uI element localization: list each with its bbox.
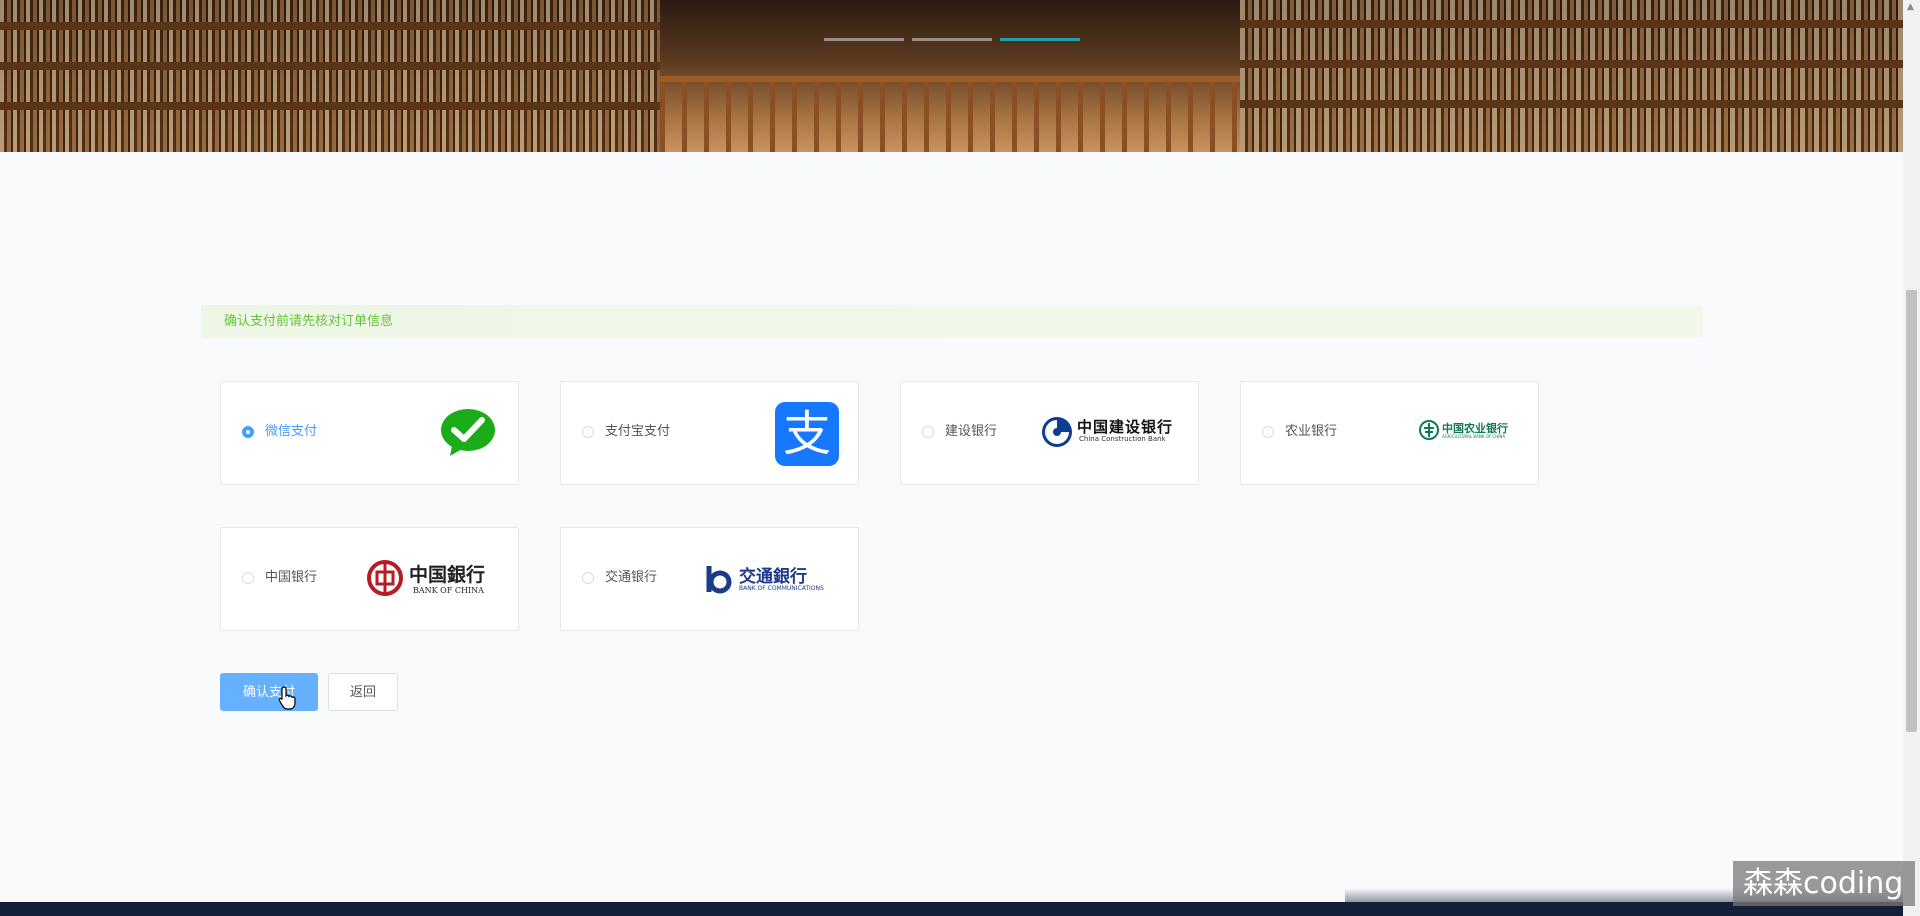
boc-logo-en: BANK OF CHINA (413, 586, 484, 595)
boc-logo: 中国銀行 BANK OF CHINA (367, 560, 507, 600)
abc-logo: 中国农业银行 AGRICULTURAL BANK OF CHINA (1419, 420, 1529, 446)
ccb-logo: 中国建设银行 China Construction Bank (1041, 416, 1186, 452)
payment-label: 建设银行 (945, 424, 998, 439)
alipay-icon: 支 (775, 402, 839, 466)
carousel-dot-3[interactable] (1000, 38, 1080, 41)
bookshelf-left-image (0, 0, 660, 152)
bocom-logo-en: BANK OF COMMUNICATIONS (739, 585, 824, 592)
wechat-pay-icon (441, 409, 495, 456)
hand-cursor-icon (278, 686, 296, 710)
boc-emblem-icon (367, 560, 403, 596)
abc-emblem-icon (1419, 420, 1439, 440)
bocom-logo: 交通銀行 BANK OF COMMUNICATIONS (703, 562, 853, 598)
payment-label: 中国银行 (265, 570, 318, 585)
payment-label: 微信支付 (265, 424, 318, 439)
scroll-up-arrow-icon[interactable]: ▲ (1907, 2, 1914, 12)
vertical-scrollbar[interactable]: ▲ (1903, 0, 1920, 916)
carousel-dot-2[interactable] (912, 38, 992, 41)
bocom-emblem-icon (706, 566, 732, 594)
payment-label: 支付宝支付 (605, 424, 671, 439)
payment-option-bocom[interactable]: 交通银行 交通銀行 BANK OF COMMUNICATIONS (560, 527, 859, 631)
library-hall-image (660, 0, 1240, 152)
confirm-payment-button[interactable]: 确认支付 (220, 673, 318, 711)
radio-wechat[interactable] (242, 426, 254, 438)
payment-option-boc[interactable]: 中国银行 中国銀行 BANK OF CHINA (220, 527, 519, 631)
boc-logo-cn: 中国銀行 (409, 564, 486, 586)
back-button[interactable]: 返回 (328, 673, 398, 711)
radio-boc[interactable] (242, 572, 254, 584)
payment-label: 农业银行 (1285, 424, 1338, 439)
payment-label: 交通银行 (605, 570, 658, 585)
watermark: 森森coding (1733, 861, 1915, 906)
carousel-dot-1[interactable] (824, 38, 904, 41)
radio-bocom[interactable] (582, 572, 594, 584)
carousel-indicators (824, 38, 1080, 41)
payment-option-ccb[interactable]: 建设银行 中国建设银行 China Construction Bank (900, 381, 1199, 485)
bookshelf-right-image (1240, 0, 1903, 152)
ccb-logo-cn: 中国建设银行 (1077, 418, 1174, 436)
radio-ccb[interactable] (922, 426, 934, 438)
hero-banner (0, 0, 1903, 152)
abc-logo-en: AGRICULTURAL BANK OF CHINA (1442, 434, 1506, 439)
radio-alipay[interactable] (582, 426, 594, 438)
payment-option-wechat[interactable]: 微信支付 (220, 381, 519, 485)
payment-option-alipay[interactable]: 支付宝支付 支 (560, 381, 859, 485)
ccb-logo-en: China Construction Bank (1079, 435, 1166, 443)
bocom-logo-cn: 交通銀行 (739, 567, 807, 587)
order-check-notice: 确认支付前请先核对订单信息 (201, 305, 1703, 338)
payment-option-abc[interactable]: 农业银行 中国农业银行 AGRICULTURAL BANK OF CHINA (1240, 381, 1539, 485)
ccb-emblem-icon (1042, 417, 1072, 447)
radio-abc[interactable] (1262, 426, 1274, 438)
scrollbar-thumb[interactable] (1906, 290, 1917, 732)
